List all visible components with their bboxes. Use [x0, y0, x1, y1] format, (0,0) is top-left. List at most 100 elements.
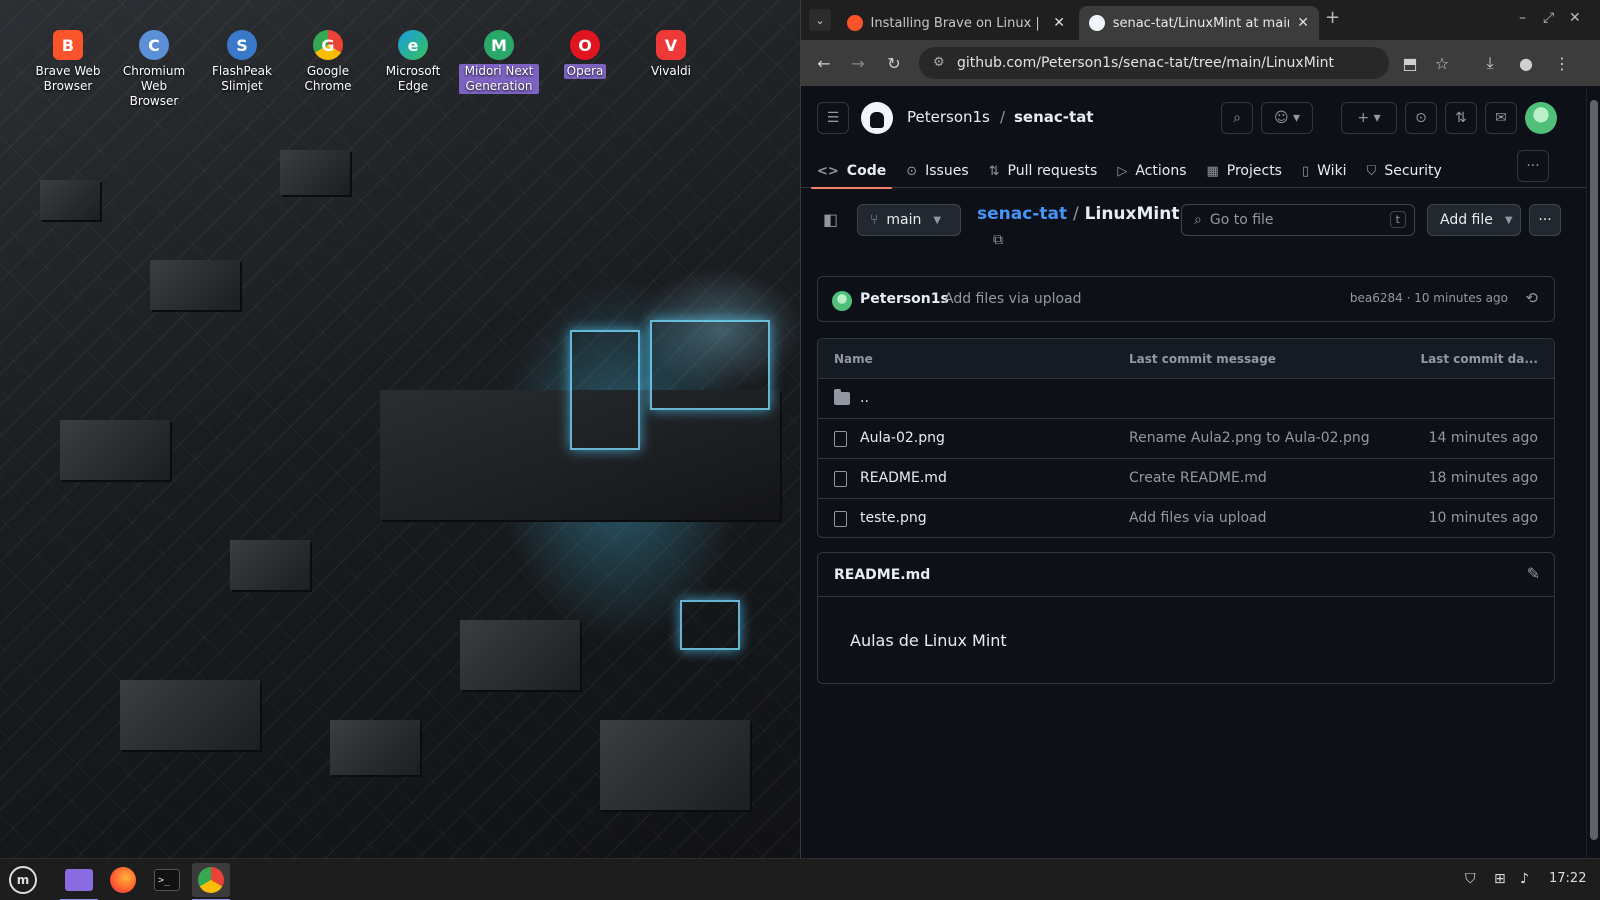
branch-selector[interactable]: ⑂ main ▼	[857, 204, 961, 236]
desktop-icon-vivaldi[interactable]: V Vivaldi	[631, 30, 711, 79]
reload-button[interactable]: ↻	[883, 52, 905, 74]
book-icon: ▯	[1301, 163, 1310, 179]
back-button[interactable]: ←	[813, 52, 835, 74]
more-tabs-icon[interactable]: ···	[1517, 150, 1549, 182]
new-tab-button[interactable]: +	[1325, 7, 1340, 28]
author-avatar[interactable]	[832, 291, 852, 311]
tab-code[interactable]: <> Code	[807, 154, 896, 189]
update-shield-icon[interactable]: ⛉	[1465, 871, 1476, 887]
profile-icon[interactable]: ●	[1515, 52, 1537, 74]
table-row[interactable]: Aula-02.png Rename Aula2.png to Aula-02.…	[818, 419, 1554, 459]
pull-request-icon: ⇅	[988, 163, 1000, 179]
desktop-icon-opera[interactable]: O Opera	[545, 30, 625, 79]
tab-security[interactable]: ⛉ Security	[1357, 154, 1452, 188]
caret-down-icon: ▼	[933, 214, 942, 226]
site-info-icon[interactable]: ⚙	[933, 55, 945, 70]
tab-label: Pull requests	[1007, 163, 1098, 179]
forward-button[interactable]: →	[847, 52, 869, 74]
search-icon[interactable]: ⌕	[1221, 102, 1253, 134]
create-new-icon[interactable]: + ▾	[1341, 102, 1397, 134]
pull-requests-icon[interactable]: ⇅	[1445, 102, 1477, 134]
sidebar-toggle-icon[interactable]: ◧	[823, 210, 838, 229]
maximize-button[interactable]: ⤢	[1543, 10, 1554, 26]
download-icon[interactable]: ⤓	[1479, 52, 1501, 74]
hamburger-menu-icon[interactable]: ☰	[817, 102, 849, 134]
volume-icon[interactable]: ♪	[1520, 871, 1529, 887]
brave-icon: B	[53, 30, 83, 60]
path-repo-link[interactable]: senac-tat	[977, 204, 1067, 224]
scrollbar-thumb[interactable]	[1590, 100, 1598, 840]
network-icon[interactable]: ⊞	[1494, 871, 1506, 887]
browser-tab-brave[interactable]: Installing Brave on Linux | Bra ✕	[837, 6, 1075, 40]
desktop-icon-midori[interactable]: M Midori Next Generation	[459, 30, 539, 94]
parent-dir-link[interactable]: ..	[860, 390, 869, 406]
tab-label: Issues	[925, 163, 969, 179]
github-logo-icon[interactable]	[861, 102, 893, 134]
clock[interactable]: 17:22	[1549, 871, 1586, 886]
add-file-button[interactable]: Add file ▼	[1427, 204, 1521, 236]
copilot-icon[interactable]: ☺ ▾	[1261, 102, 1313, 134]
taskbar-chrome[interactable]	[192, 863, 230, 900]
desktop-icon-slimjet[interactable]: S FlashPeak Slimjet	[202, 30, 282, 94]
table-header: Name Last commit message Last commit da.…	[818, 339, 1554, 379]
minimize-button[interactable]: –	[1519, 10, 1526, 26]
commit-info[interactable]: bea6284 · 10 minutes ago	[1350, 291, 1508, 305]
tab-title: Installing Brave on Linux | Bra	[870, 15, 1046, 31]
readme-header: README.md ✎	[818, 553, 1554, 597]
tab-search-button[interactable]: ⌄	[809, 9, 831, 31]
file-commit-message[interactable]: Add files via upload	[1129, 510, 1267, 526]
readme-title[interactable]: README.md	[834, 567, 930, 583]
add-file-label: Add file	[1440, 212, 1493, 228]
browser-tab-github[interactable]: senac-tat/LinuxMint at main ✕	[1079, 6, 1319, 40]
desktop-icon-chromium[interactable]: C Chromium Web Browser	[114, 30, 194, 109]
install-app-icon[interactable]: ⬒	[1399, 52, 1421, 74]
file-table: Name Last commit message Last commit da.…	[817, 338, 1555, 538]
desktop-icon-label: FlashPeak Slimjet	[212, 64, 272, 93]
inbox-icon[interactable]: ✉	[1485, 102, 1517, 134]
tab-label: Wiki	[1317, 163, 1347, 179]
desktop-icon-edge[interactable]: e Microsoft Edge	[373, 30, 453, 94]
file-commit-message[interactable]: Create README.md	[1129, 470, 1267, 486]
midori-icon: M	[484, 30, 514, 60]
edit-pencil-icon[interactable]: ✎	[1527, 564, 1540, 583]
copy-path-icon[interactable]: ⧉	[993, 232, 1003, 248]
linux-mint-logo-icon: m	[9, 866, 37, 894]
tab-wiki[interactable]: ▯ Wiki	[1292, 154, 1357, 188]
edge-icon: e	[398, 30, 428, 60]
owner-link[interactable]: Peterson1s	[907, 108, 990, 126]
file-name[interactable]: Aula-02.png	[860, 430, 945, 446]
table-row[interactable]: teste.png Add files via upload 10 minute…	[818, 499, 1554, 539]
file-name[interactable]: teste.png	[860, 510, 927, 526]
repo-link[interactable]: senac-tat	[1014, 108, 1093, 126]
file-commit-message[interactable]: Rename Aula2.png to Aula-02.png	[1129, 430, 1370, 446]
bookmark-star-icon[interactable]: ☆	[1431, 52, 1453, 74]
history-icon[interactable]: ⟲	[1525, 289, 1538, 307]
desktop-icon-chrome[interactable]: G Google Chrome	[288, 30, 368, 94]
tab-actions[interactable]: ▷ Actions	[1107, 154, 1196, 188]
tab-issues[interactable]: ⊙ Issues	[896, 154, 978, 188]
go-to-file-input[interactable]: ⌕ Go to file t	[1181, 204, 1415, 236]
commit-author[interactable]: Peterson1s	[860, 291, 949, 307]
tab-pull-requests[interactable]: ⇅ Pull requests	[979, 154, 1108, 188]
address-bar[interactable]: ⚙ github.com/Peterson1s/senac-tat/tree/m…	[919, 47, 1389, 79]
close-window-button[interactable]: ✕	[1569, 10, 1581, 26]
firefox-icon	[110, 867, 136, 893]
parent-dir-row[interactable]: ..	[818, 379, 1554, 419]
tab-projects[interactable]: ▦ Projects	[1196, 154, 1292, 188]
commit-message[interactable]: Add files via upload	[944, 291, 1082, 307]
close-icon[interactable]: ✕	[1297, 15, 1309, 31]
file-name[interactable]: README.md	[860, 470, 947, 486]
taskbar-firefox[interactable]	[104, 863, 142, 897]
page-scrollbar[interactable]	[1586, 86, 1600, 858]
menu-kebab-icon[interactable]: ⋮	[1551, 52, 1573, 74]
more-options-icon[interactable]: ···	[1529, 204, 1561, 236]
mint-menu-button[interactable]: m	[4, 863, 42, 897]
close-icon[interactable]: ✕	[1053, 15, 1065, 31]
taskbar-terminal[interactable]: >_	[148, 863, 186, 897]
issues-icon[interactable]: ⊙	[1405, 102, 1437, 134]
desktop-icon-brave[interactable]: B Brave Web Browser	[28, 30, 108, 94]
table-row[interactable]: README.md Create README.md 18 minutes ag…	[818, 459, 1554, 499]
terminal-icon: >_	[154, 869, 180, 891]
taskbar-files[interactable]	[60, 863, 98, 900]
user-avatar[interactable]	[1525, 102, 1557, 134]
